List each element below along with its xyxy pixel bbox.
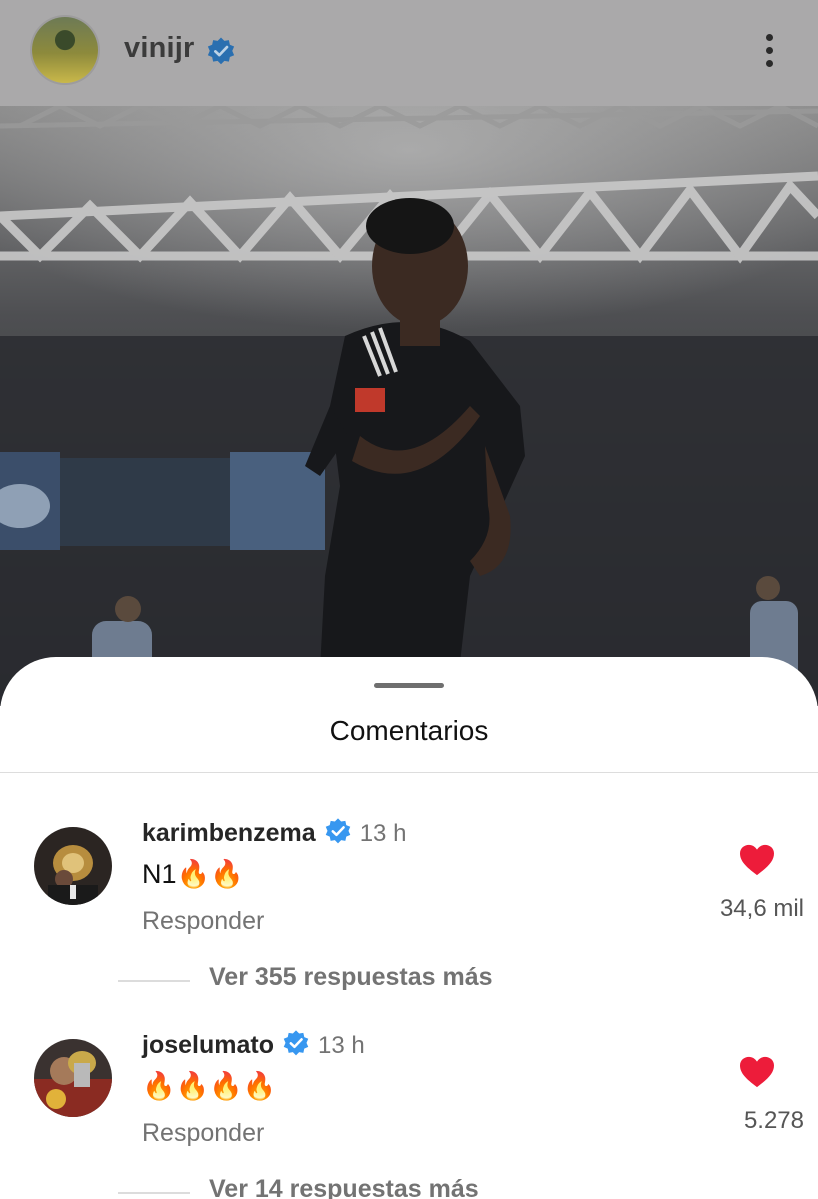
commenter-username-text[interactable]: karimbenzema bbox=[142, 819, 316, 847]
view-more-replies[interactable]: Ver 14 respuestas más bbox=[118, 1175, 718, 1199]
stadium-player-image bbox=[0, 106, 818, 706]
verified-badge-icon bbox=[206, 36, 236, 66]
view-more-replies-label[interactable]: Ver 14 respuestas más bbox=[209, 1175, 479, 1199]
commenter-username-text[interactable]: joselumato bbox=[142, 1031, 274, 1059]
verified-badge-icon bbox=[283, 1030, 309, 1056]
sheet-divider bbox=[0, 772, 818, 773]
post-photo bbox=[0, 106, 818, 706]
replies-connector-line bbox=[118, 1192, 190, 1194]
commenter-username[interactable]: joselumato 13 h bbox=[142, 1029, 365, 1060]
comment-item: karimbenzema 13 h N1🔥🔥 Responder 34,6 mi… bbox=[0, 817, 818, 967]
sheet-drag-handle[interactable] bbox=[374, 683, 444, 688]
comment-time: 13 h bbox=[359, 820, 407, 847]
more-vertical-icon[interactable] bbox=[752, 28, 786, 74]
replies-connector-line bbox=[118, 980, 190, 982]
commenter-avatar[interactable] bbox=[34, 827, 112, 905]
profile-avatar[interactable] bbox=[32, 17, 98, 83]
comments-sheet: Comentarios karimbenzema 13 h N1🔥🔥 Respo… bbox=[0, 657, 818, 1199]
comment-time: 13 h bbox=[317, 1032, 365, 1059]
heart-icon[interactable] bbox=[738, 843, 776, 877]
reply-button[interactable]: Responder bbox=[142, 907, 264, 936]
verified-badge-icon bbox=[325, 818, 350, 844]
comment-text: 🔥🔥🔥🔥 bbox=[142, 1071, 277, 1101]
view-more-replies[interactable]: Ver 355 respuestas más bbox=[118, 963, 718, 993]
like-count: 34,6 mil bbox=[719, 895, 804, 922]
post-username[interactable]: vinijr bbox=[124, 32, 195, 65]
comments-screen: vinijr Comentarios karimbenzema 13 h N1🔥… bbox=[0, 0, 818, 1199]
commenter-username[interactable]: karimbenzema 13 h bbox=[142, 817, 406, 848]
comment-text: N1🔥🔥 bbox=[142, 859, 244, 889]
reply-button[interactable]: Responder bbox=[142, 1119, 264, 1148]
heart-icon[interactable] bbox=[738, 1055, 776, 1089]
like-count: 5.278 bbox=[743, 1107, 804, 1134]
commenter-avatar[interactable] bbox=[34, 1039, 112, 1117]
view-more-replies-label[interactable]: Ver 355 respuestas más bbox=[209, 963, 493, 992]
sheet-title: Comentarios bbox=[329, 715, 489, 746]
comment-item: joselumato 13 h 🔥🔥🔥🔥 Responder 5.278 bbox=[0, 1029, 818, 1179]
post-header: vinijr bbox=[0, 0, 818, 106]
